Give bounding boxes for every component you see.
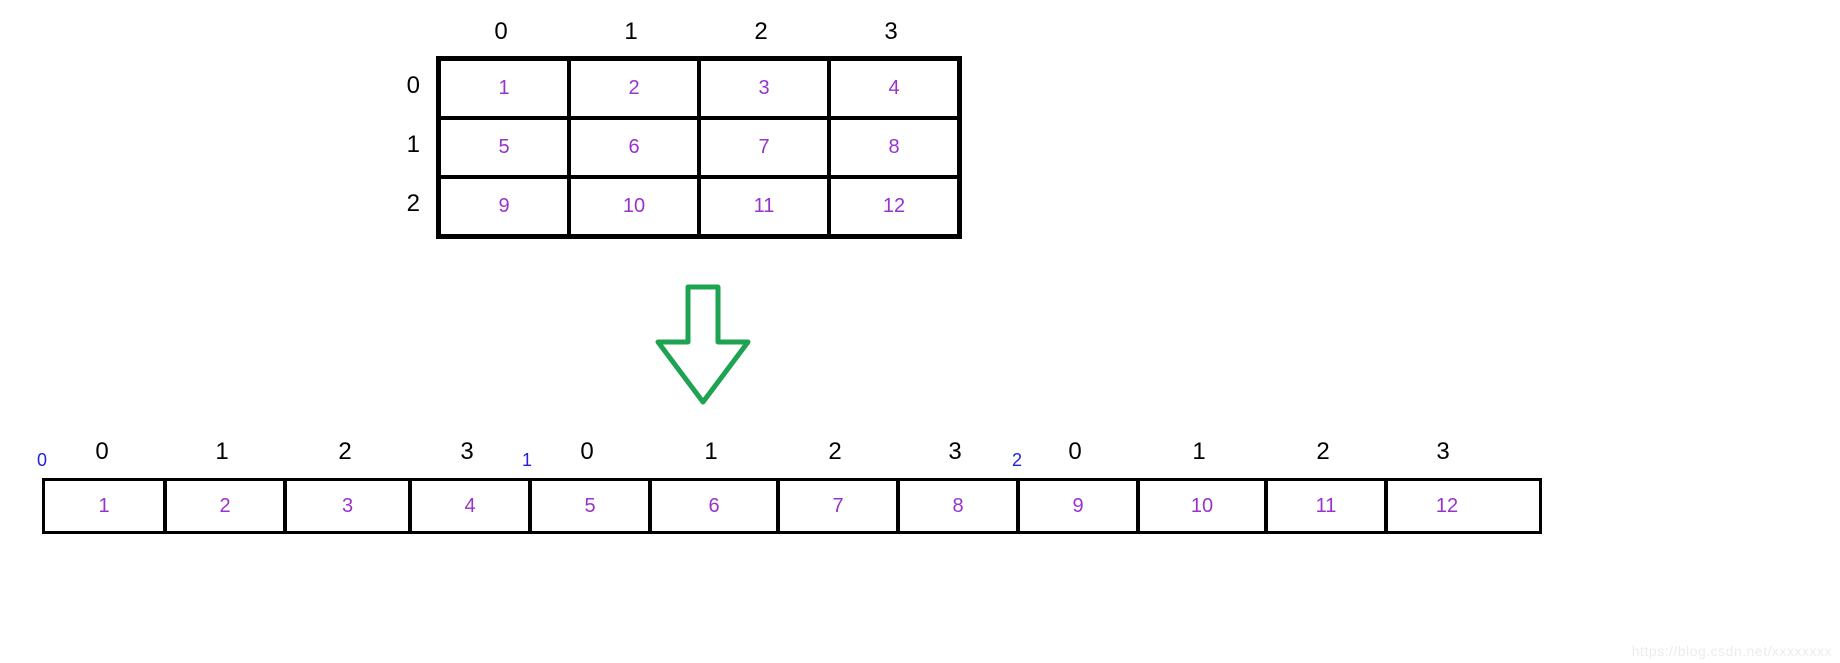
flat-col-index: 2 — [828, 438, 841, 466]
flat-col-index: 0 — [1068, 438, 1081, 466]
flat-group-index: 1 — [522, 450, 532, 471]
flat-col-index: 3 — [460, 438, 473, 466]
flat-col-index: 1 — [215, 438, 228, 466]
flat-col-index: 0 — [95, 438, 108, 466]
matrix-cell: 5 — [439, 118, 569, 177]
matrix-cell: 12 — [829, 177, 959, 236]
matrix-cell: 4 — [829, 59, 959, 118]
array-1d: 0 0 1 2 3 1 0 1 2 3 2 0 1 2 3 1 2 3 4 5 … — [42, 438, 1542, 534]
flat-cell: 5 — [530, 481, 650, 531]
flat-cell: 4 — [410, 481, 530, 531]
flat-cell: 7 — [778, 481, 898, 531]
matrix-cell: 9 — [439, 177, 569, 236]
flat-col-index: 2 — [1316, 438, 1329, 466]
col-index: 1 — [566, 18, 696, 46]
matrix-cell: 1 — [439, 59, 569, 118]
col-index: 3 — [826, 18, 956, 46]
matrix-cell: 10 — [569, 177, 699, 236]
flat-col-index: 2 — [338, 438, 351, 466]
matrix-cell: 2 — [569, 59, 699, 118]
flat-cell: 1 — [45, 481, 165, 531]
matrix-cell: 8 — [829, 118, 959, 177]
row-index: 2 — [396, 174, 436, 233]
flat-cell: 9 — [1018, 481, 1138, 531]
arrow-down-icon — [653, 282, 753, 417]
flat-col-index: 0 — [580, 438, 593, 466]
flat-cell: 8 — [898, 481, 1018, 531]
flat-col-index: 3 — [948, 438, 961, 466]
flat-col-index: 1 — [704, 438, 717, 466]
matrix-grid: 1 2 3 4 5 6 7 8 9 10 11 12 — [436, 56, 962, 239]
flat-col-index: 1 — [1192, 438, 1205, 466]
col-index: 0 — [436, 18, 566, 46]
matrix-2d: 0 1 2 3 0 1 2 1 2 3 4 5 6 7 8 9 10 11 12 — [396, 18, 962, 239]
row-index: 1 — [396, 115, 436, 174]
flat-cell: 2 — [165, 481, 285, 531]
matrix-cell: 11 — [699, 177, 829, 236]
matrix-col-headers: 0 1 2 3 — [436, 18, 962, 46]
row-index: 0 — [396, 56, 436, 115]
flat-group-index: 2 — [1012, 450, 1022, 471]
flat-cell: 10 — [1138, 481, 1266, 531]
matrix-cell: 3 — [699, 59, 829, 118]
matrix-cell: 6 — [569, 118, 699, 177]
matrix-row-headers: 0 1 2 — [396, 56, 436, 239]
col-index: 2 — [696, 18, 826, 46]
flat-cell: 12 — [1386, 481, 1506, 531]
matrix-cell: 7 — [699, 118, 829, 177]
flat-row: 1 2 3 4 5 6 7 8 9 10 11 12 — [42, 478, 1542, 534]
watermark: https://blog.csdn.net/xxxxxxxx — [1632, 643, 1832, 659]
flat-col-index: 3 — [1436, 438, 1449, 466]
flat-cell: 6 — [650, 481, 778, 531]
flat-cell: 11 — [1266, 481, 1386, 531]
flat-headers: 0 0 1 2 3 1 0 1 2 3 2 0 1 2 3 — [42, 438, 1542, 478]
flat-cell: 3 — [285, 481, 410, 531]
flat-group-index: 0 — [37, 450, 47, 471]
